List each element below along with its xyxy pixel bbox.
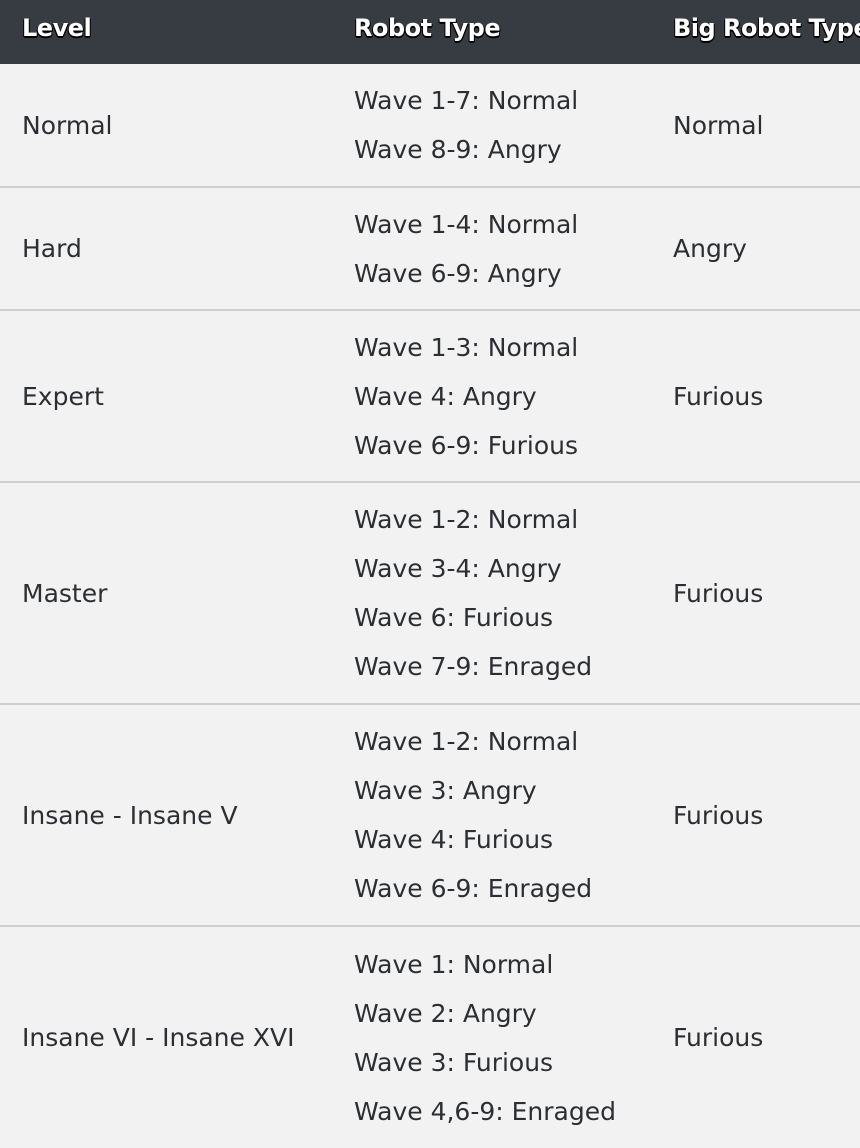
level-cell: Hard: [22, 234, 82, 263]
robot-type-line: Wave 6-9: Angry: [354, 258, 562, 288]
robot-type-line: Wave 6-9: Enraged: [354, 874, 593, 903]
table-row: Master Wave 1-2: Normal Wave 3-4: Angry …: [0, 482, 860, 704]
robot-type-cell: Wave 1-2: Normal Wave 3-4: Angry Wave 6:…: [332, 482, 651, 704]
level-cell: Normal: [22, 110, 113, 140]
robot-type-line: Wave 4: Furious: [354, 825, 554, 854]
level-cell: Insane VI - Insane XVI: [22, 1023, 295, 1052]
robot-type-cell: Wave 1-2: Normal Wave 3: Angry Wave 4: F…: [332, 704, 651, 926]
robot-type-cell: Wave 1-4: Normal Wave 6-9: Angry: [332, 187, 651, 310]
big-robot-type-cell: Furious: [673, 578, 764, 608]
table-row: Expert Wave 1-3: Normal Wave 4: Angry Wa…: [0, 310, 860, 482]
header-robot-type: Robot Type: [354, 14, 501, 42]
robot-type-line: Wave 8-9: Angry: [354, 135, 562, 164]
robot-type-line: Wave 1-2: Normal: [354, 505, 579, 534]
level-cell: Master: [22, 578, 108, 608]
robot-type-cell: Wave 1: Normal Wave 2: Angry Wave 3: Fur…: [332, 926, 651, 1148]
robot-type-line: Wave 4,6-9: Enraged: [354, 1096, 616, 1126]
robot-type-line: Wave 3: Furious: [354, 1047, 554, 1077]
level-cell: Insane - Insane V: [22, 800, 238, 830]
robot-type-line: Wave 1-7: Normal: [354, 86, 579, 115]
robot-type-line: Wave 6: Furious: [354, 603, 554, 632]
robot-type-line: Wave 4: Angry: [354, 381, 537, 411]
table-row: Normal Wave 1-7: Normal Wave 8-9: Angry …: [0, 64, 860, 187]
difficulty-table: Level Robot Type Big Robot Type Normal W…: [0, 0, 860, 1148]
table-row: Insane - Insane V Wave 1-2: Normal Wave …: [0, 704, 860, 926]
robot-type-line: Wave 7-9: Enraged: [354, 652, 593, 681]
level-cell: Expert: [22, 381, 104, 411]
big-robot-type-cell: Furious: [673, 1023, 764, 1052]
robot-type-cell: Wave 1-3: Normal Wave 4: Angry Wave 6-9:…: [332, 310, 651, 482]
robot-type-line: Wave 1-2: Normal: [354, 727, 579, 756]
big-robot-type-cell: Angry: [673, 234, 747, 263]
robot-type-line: Wave 2: Angry: [354, 998, 537, 1028]
robot-type-line: Wave 1-4: Normal: [354, 209, 579, 239]
big-robot-type-cell: Furious: [673, 381, 764, 411]
robot-type-line: Wave 1: Normal: [354, 949, 554, 979]
table-row: Insane VI - Insane XVI Wave 1: Normal Wa…: [0, 926, 860, 1148]
big-robot-type-cell: Furious: [673, 800, 764, 830]
header-row: Level Robot Type Big Robot Type: [0, 0, 860, 64]
robot-type-line: Wave 3-4: Angry: [354, 554, 562, 583]
table-header: Level Robot Type Big Robot Type: [0, 0, 860, 64]
robot-type-line: Wave 1-3: Normal: [354, 332, 579, 362]
big-robot-type-cell: Normal: [673, 110, 764, 140]
robot-type-line: Wave 3: Angry: [354, 776, 537, 805]
header-big-robot-type: Big Robot Type: [673, 14, 860, 42]
table-row: Hard Wave 1-4: Normal Wave 6-9: Angry An…: [0, 187, 860, 310]
robot-type-cell: Wave 1-7: Normal Wave 8-9: Angry: [332, 64, 651, 187]
robot-type-line: Wave 6-9: Furious: [354, 430, 579, 460]
header-level: Level: [22, 14, 92, 42]
